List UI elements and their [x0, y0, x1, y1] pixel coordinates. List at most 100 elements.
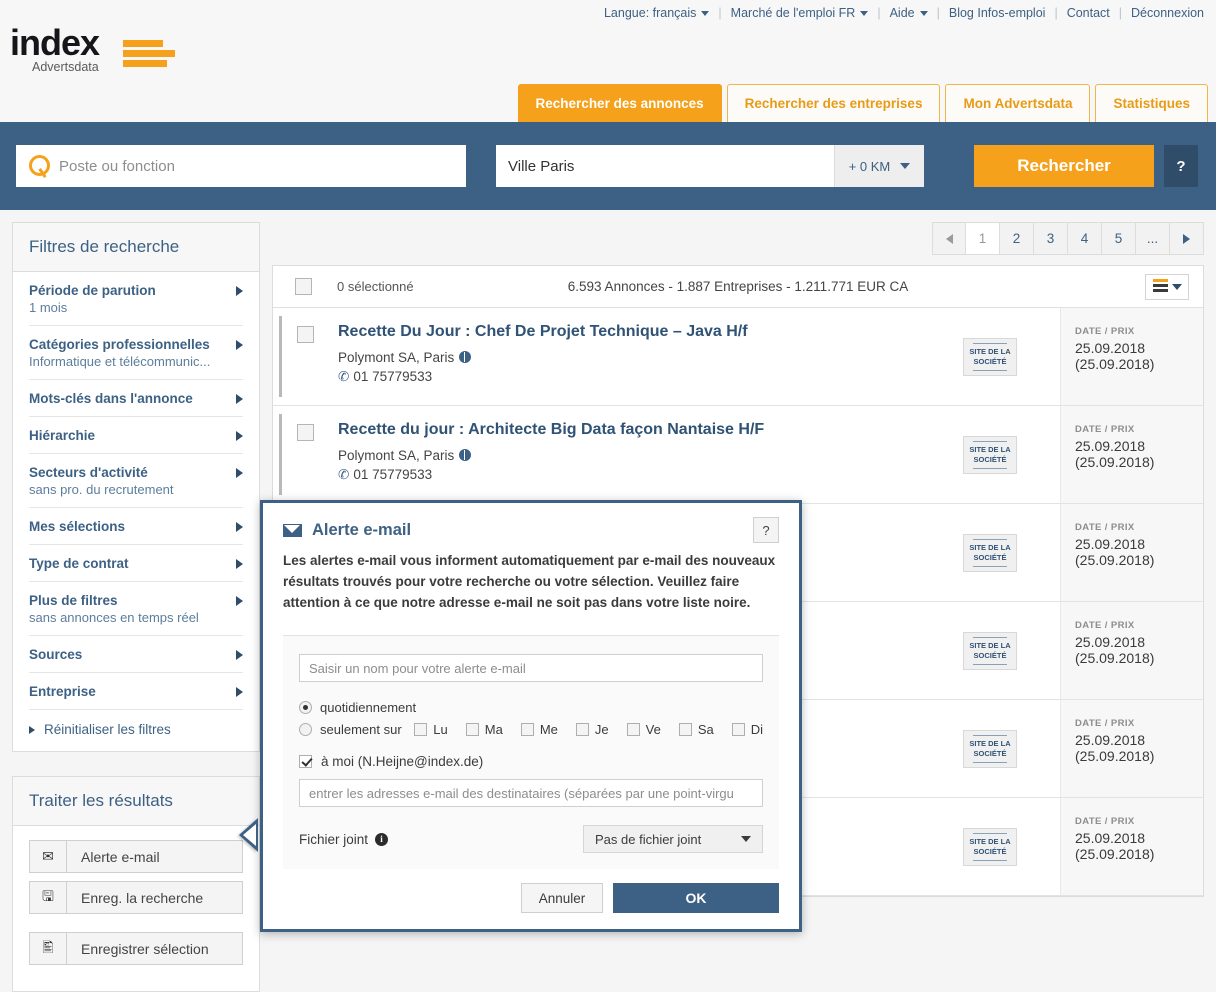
job-title[interactable]: Recette Du Jour : Chef De Projet Techniq…: [338, 323, 910, 341]
utility-link-contact[interactable]: Contact: [1067, 6, 1110, 20]
weekday-ma[interactable]: Ma: [465, 722, 503, 737]
reset-filters-link[interactable]: Réinitialiser les filtres: [29, 710, 243, 751]
pagination-page-1[interactable]: 1: [966, 222, 1000, 255]
filter-plus-de-filtres[interactable]: Plus de filtres sans annonces en temps r…: [29, 582, 243, 636]
export-icon: 🖺: [30, 933, 67, 964]
tab-rechercher-annonces[interactable]: Rechercher des annonces: [517, 84, 722, 122]
info-icon[interactable]: i: [375, 832, 389, 846]
company-site-badge[interactable]: SITE DE LA SOCIÉTÉ: [963, 827, 1017, 866]
weekday-label: Je: [594, 721, 609, 737]
filter-secteurs-activite[interactable]: Secteurs d'activité sans pro. du recrute…: [29, 454, 243, 508]
checkbox-di[interactable]: [731, 722, 745, 736]
company-site-badge[interactable]: SITE DE LA SOCIÉTÉ: [963, 729, 1017, 768]
tab-rechercher-entreprises[interactable]: Rechercher des entreprises: [726, 84, 941, 122]
utility-link-langue[interactable]: Langue: français: [603, 6, 710, 20]
checkbox-me[interactable]: [520, 722, 534, 736]
utility-link-aide[interactable]: Aide: [890, 6, 928, 20]
date-secondary: (25.09.2018): [1075, 748, 1155, 764]
company-site-badge[interactable]: SITE DE LA SOCIÉTÉ: [963, 435, 1017, 474]
row-checkbox[interactable]: [296, 424, 314, 441]
send-to-me-label: à moi (N.Heijne@index.de): [321, 754, 484, 769]
weekday-ve[interactable]: Ve: [626, 722, 661, 737]
alert-name-input[interactable]: [299, 654, 763, 682]
select-all-checkbox[interactable]: [295, 278, 312, 295]
pagination-page-3[interactable]: 3: [1034, 222, 1068, 255]
checkbox-ve[interactable]: [626, 722, 640, 736]
date-published: 25.09.2018: [1075, 340, 1146, 356]
checkbox-send-to-me[interactable]: [299, 755, 312, 768]
divider: |: [877, 6, 881, 20]
search-input[interactable]: [53, 156, 455, 176]
pagination-page-5[interactable]: 5: [1102, 222, 1136, 255]
company-site-badge[interactable]: SITE DE LA SOCIÉTÉ: [963, 631, 1017, 670]
dialog-title: Alerte e-mail: [283, 521, 779, 540]
search-button[interactable]: Rechercher: [974, 145, 1154, 187]
filter-periode-de-parution[interactable]: Période de parution 1 mois: [29, 272, 243, 326]
sort-menu-button[interactable]: [1145, 273, 1189, 300]
utility-link-deconnexion[interactable]: Déconnexion: [1131, 6, 1204, 20]
checkbox-je[interactable]: [575, 722, 589, 736]
cancel-button[interactable]: Annuler: [521, 883, 603, 913]
logo-wordmark: index: [10, 22, 100, 63]
weekday-je[interactable]: Je: [575, 721, 609, 737]
row-date-cell: DATE / PRIX 25.09.2018 (25.09.2018): [1060, 504, 1203, 601]
utility-link-marche[interactable]: Marché de l'emploi FR: [731, 6, 869, 20]
pagination-next[interactable]: [1170, 222, 1204, 255]
utility-link-blog[interactable]: Blog Infos-emploi: [949, 6, 1046, 20]
divider: |: [936, 6, 940, 20]
row-checkbox[interactable]: [296, 326, 314, 343]
tab-mon-advertsdata[interactable]: Mon Advertsdata: [945, 84, 1091, 122]
filter-sources[interactable]: Sources: [29, 636, 243, 673]
search-help-button[interactable]: ?: [1164, 145, 1198, 187]
email-alert-button[interactable]: ✉ Alerte e-mail: [29, 840, 243, 873]
checkbox-sa[interactable]: [678, 722, 692, 736]
save-selection-button[interactable]: 🖺 Enregistrer sélection: [29, 932, 243, 965]
checkbox-ma[interactable]: [465, 722, 479, 736]
radio-quotidiennement[interactable]: [299, 700, 312, 714]
globe-icon[interactable]: [459, 351, 472, 363]
globe-icon[interactable]: [459, 449, 472, 461]
badge-line-2: SOCIÉTÉ: [973, 650, 1007, 660]
chevron-right-icon: [236, 286, 243, 296]
save-search-button[interactable]: 🖫 Enreg. la recherche: [29, 881, 243, 914]
weekday-di[interactable]: Di: [731, 722, 763, 737]
weekday-label: Lu: [433, 721, 448, 737]
divider: |: [718, 6, 722, 20]
logo[interactable]: index Advertsdata: [10, 22, 100, 74]
job-title[interactable]: Recette du jour : Architecte Big Data fa…: [338, 421, 910, 439]
recipients-input[interactable]: [299, 779, 763, 807]
filter-mots-cles[interactable]: Mots-clés dans l'annonce: [29, 380, 243, 417]
weekday-lu[interactable]: Lu: [414, 721, 448, 737]
pagination-prev[interactable]: [932, 222, 966, 255]
filters-card: Filtres de recherche Période de parution…: [12, 222, 260, 752]
chevron-down-icon: [741, 836, 751, 842]
pagination-page-4[interactable]: 4: [1068, 222, 1102, 255]
filter-hierarchie[interactable]: Hiérarchie: [29, 417, 243, 454]
tab-statistiques[interactable]: Statistiques: [1095, 84, 1208, 122]
checkbox-lu[interactable]: [414, 722, 428, 736]
dialog-help-button[interactable]: ?: [753, 517, 779, 543]
company-site-badge[interactable]: SITE DE LA SOCIÉTÉ: [963, 533, 1017, 572]
radius-selector[interactable]: + 0 KM: [834, 145, 924, 187]
weekday-me[interactable]: Me: [520, 722, 558, 737]
filter-entreprise[interactable]: Entreprise: [29, 673, 243, 710]
utility-link-label: Langue: français: [603, 6, 697, 20]
filter-mes-selections[interactable]: Mes sélections: [29, 508, 243, 545]
radio-seulement-sur-label: seulement sur: [320, 721, 402, 737]
company-site-badge[interactable]: SITE DE LA SOCIÉTÉ: [963, 337, 1017, 376]
pagination-ellipsis[interactable]: ...: [1136, 222, 1170, 255]
radio-seulement-sur[interactable]: [299, 722, 312, 736]
ok-button[interactable]: OK: [613, 883, 779, 913]
table-row[interactable]: Recette du jour : Architecte Big Data fa…: [273, 406, 1203, 504]
weekday-sa[interactable]: Sa: [678, 722, 714, 737]
filter-categories-professionnelles[interactable]: Catégories professionnelles Informatique…: [29, 326, 243, 380]
table-row[interactable]: Recette Du Jour : Chef De Projet Techniq…: [273, 308, 1203, 406]
badge-rule: [973, 859, 1007, 861]
filter-type-de-contrat[interactable]: Type de contrat: [29, 545, 243, 582]
main-tabs: Rechercher des annonces Rechercher des e…: [513, 84, 1208, 122]
city-input[interactable]: [496, 145, 834, 187]
pagination-page-2[interactable]: 2: [1000, 222, 1034, 255]
attachment-select[interactable]: Pas de fichier joint: [583, 825, 763, 853]
row-site-cell: SITE DE LA SOCIÉTÉ: [920, 798, 1060, 895]
badge-rule: [973, 538, 1007, 540]
